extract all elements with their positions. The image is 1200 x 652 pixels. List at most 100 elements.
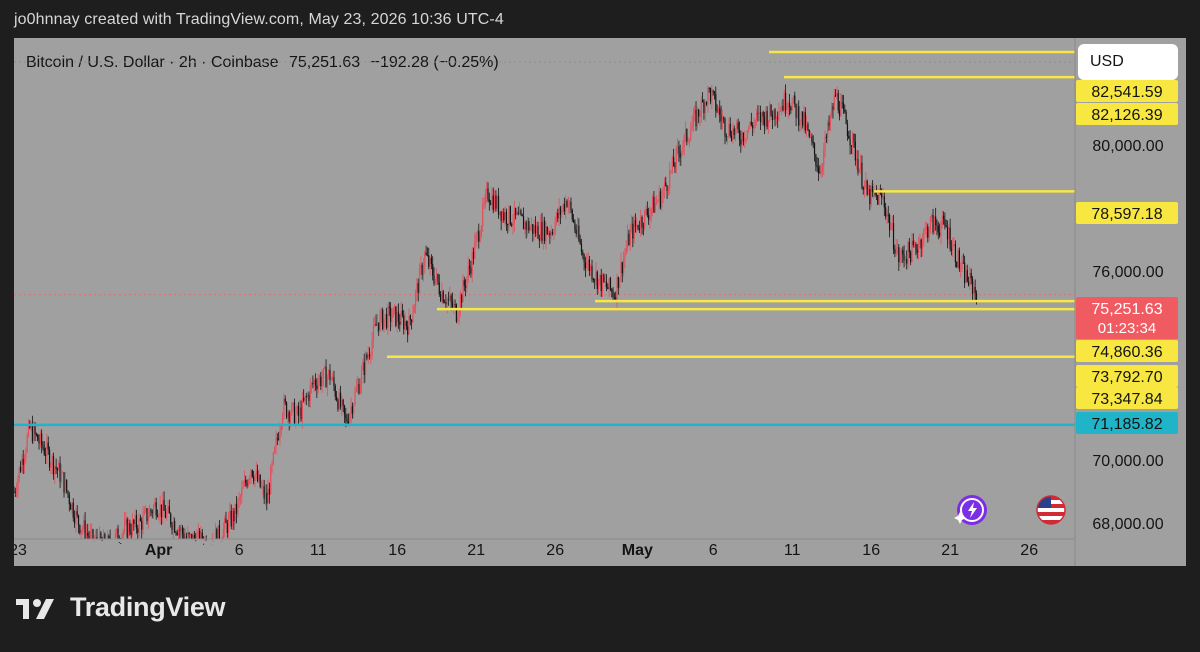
candle-body bbox=[651, 196, 654, 209]
level-price-label[interactable]: 73,792.70 bbox=[1076, 365, 1178, 387]
candle-body bbox=[303, 397, 305, 401]
candle-body bbox=[192, 535, 194, 539]
candle-body bbox=[93, 541, 95, 543]
candle-body bbox=[852, 133, 854, 147]
candle-body bbox=[141, 520, 143, 530]
candle-body bbox=[954, 243, 957, 262]
candle-body bbox=[175, 532, 177, 534]
level-price-label[interactable]: 74,860.36 bbox=[1076, 340, 1178, 362]
candle-body bbox=[14, 491, 15, 493]
level-price-label[interactable]: 71,185.82 bbox=[1076, 412, 1178, 434]
candle-body bbox=[170, 513, 172, 525]
candle-body bbox=[75, 511, 77, 524]
candle-body bbox=[463, 280, 465, 286]
candle-body bbox=[885, 207, 887, 217]
candle-body bbox=[816, 165, 818, 168]
candle-body bbox=[680, 151, 683, 158]
candle-body bbox=[245, 479, 247, 483]
candle-body bbox=[530, 224, 533, 228]
candle-body bbox=[923, 230, 925, 242]
candle-body bbox=[77, 515, 80, 526]
candle-body bbox=[233, 510, 235, 522]
candle-body bbox=[654, 202, 656, 213]
level-price-label[interactable]: 82,541.59 bbox=[1076, 80, 1178, 102]
candle-body bbox=[18, 467, 20, 478]
candle-body bbox=[733, 128, 735, 136]
x-tick-label: 26 bbox=[1020, 542, 1038, 559]
candle-body bbox=[682, 146, 684, 152]
candle-body bbox=[927, 226, 929, 238]
candle-body bbox=[81, 528, 84, 530]
candle-body bbox=[150, 509, 152, 512]
candle-body bbox=[796, 106, 799, 118]
candle-body bbox=[904, 259, 906, 261]
candle-body bbox=[217, 525, 219, 539]
candle-body bbox=[953, 243, 955, 245]
candle-body bbox=[759, 112, 762, 123]
price-chart[interactable]: 80,000.0078,000.0076,000.0070,000.0068,0… bbox=[14, 38, 1186, 566]
candle-body bbox=[757, 112, 759, 114]
candle-body bbox=[895, 248, 897, 254]
candle-body bbox=[636, 224, 638, 227]
candle-body bbox=[425, 252, 427, 255]
candle-body bbox=[256, 470, 259, 481]
candle-body bbox=[135, 515, 138, 529]
x-tick-label: 6 bbox=[709, 542, 718, 559]
candle-body bbox=[432, 264, 434, 276]
candle-body bbox=[39, 433, 41, 444]
candle-body bbox=[587, 259, 589, 263]
candle-body bbox=[566, 200, 568, 207]
candle-body bbox=[592, 279, 594, 280]
candle-body bbox=[704, 102, 706, 114]
candle-body bbox=[723, 118, 725, 119]
svg-text:73,347.84: 73,347.84 bbox=[1091, 391, 1162, 408]
candle-body bbox=[151, 511, 153, 514]
candle-body bbox=[400, 310, 402, 325]
candle-body bbox=[666, 185, 668, 191]
candle-body bbox=[355, 387, 357, 392]
candle-body bbox=[17, 477, 19, 491]
candle-body bbox=[343, 405, 346, 415]
candle-body bbox=[786, 109, 788, 111]
candle-body bbox=[775, 117, 777, 120]
candle-body bbox=[788, 103, 791, 108]
candle-body bbox=[137, 528, 139, 533]
candle-body bbox=[684, 129, 687, 136]
level-price-label[interactable]: 78,597.18 bbox=[1076, 202, 1178, 224]
candle-body bbox=[712, 90, 714, 92]
y-tick-label: 80,000.00 bbox=[1092, 138, 1163, 155]
currency-selector-button[interactable]: USD bbox=[1078, 44, 1178, 80]
level-price-label[interactable]: 73,347.84 bbox=[1076, 387, 1178, 409]
candle-body bbox=[721, 118, 723, 121]
candle-body bbox=[511, 224, 513, 226]
chart-frame[interactable]: Bitcoin / U.S. Dollar · 2h · Coinbase 75… bbox=[14, 38, 1186, 566]
candle-body bbox=[338, 392, 340, 410]
candle-body bbox=[353, 404, 355, 414]
candle-body bbox=[674, 166, 676, 168]
candle-body bbox=[193, 535, 195, 539]
us-flag-icon[interactable] bbox=[1036, 495, 1066, 525]
candle-body bbox=[794, 95, 796, 104]
candle-body bbox=[197, 530, 199, 537]
level-price-label[interactable]: 82,126.39 bbox=[1076, 103, 1178, 125]
last-price-label[interactable]: 75,251.63 01:23:34 bbox=[1076, 297, 1178, 339]
candle-body bbox=[599, 274, 601, 279]
brand-name: TradingView bbox=[70, 592, 226, 622]
candle-body bbox=[250, 470, 252, 478]
candle-body bbox=[486, 188, 488, 195]
candle-body bbox=[517, 212, 519, 215]
candle-body bbox=[35, 433, 37, 435]
sparkle-icon[interactable] bbox=[954, 495, 987, 525]
candle-body bbox=[371, 339, 373, 355]
candle-body bbox=[740, 139, 742, 145]
candle-body bbox=[773, 109, 775, 121]
candle-body bbox=[409, 315, 411, 320]
x-tick-label: 21 bbox=[941, 542, 959, 559]
x-tick-label: 11 bbox=[784, 542, 801, 559]
candle-body bbox=[60, 472, 62, 482]
candle-body bbox=[221, 541, 223, 542]
chart-credit: jo0hnnay created with TradingView.com, M… bbox=[14, 11, 504, 28]
candle-body bbox=[181, 527, 184, 534]
candle-body bbox=[308, 394, 310, 401]
candle-body bbox=[863, 183, 866, 191]
